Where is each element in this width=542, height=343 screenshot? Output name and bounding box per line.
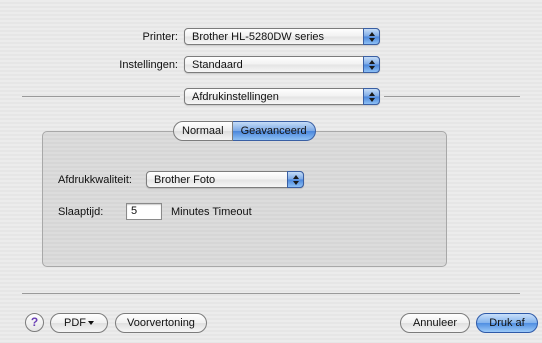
footer-divider	[22, 293, 520, 294]
pdf-button[interactable]: PDF	[50, 313, 108, 333]
presets-label: Instellingen:	[119, 59, 178, 71]
presets-select[interactable]: Standaard	[184, 56, 380, 73]
sleep-time-unit: Minutes Timeout	[171, 206, 252, 218]
printer-select[interactable]: Brother HL-5280DW series	[184, 28, 380, 45]
print-quality-select[interactable]: Brother Foto	[146, 171, 304, 188]
panel-select[interactable]: Afdrukinstellingen	[184, 88, 380, 105]
tab-normaal[interactable]: Normaal	[173, 121, 233, 141]
updown-arrows-icon	[363, 56, 380, 73]
sleep-time-label: Slaaptijd:	[58, 206, 104, 218]
panel-select-value: Afdrukinstellingen	[192, 91, 279, 103]
printer-label: Printer:	[142, 31, 178, 43]
divider-left	[22, 96, 180, 97]
pdf-button-label: PDF	[64, 317, 86, 329]
tab-geavanceerd[interactable]: Geavanceerd	[232, 121, 316, 141]
presets-select-value: Standaard	[192, 59, 243, 71]
tab-bar: Normaal Geavanceerd	[173, 121, 316, 141]
print-quality-value: Brother Foto	[154, 174, 216, 186]
updown-arrows-icon	[287, 171, 304, 188]
updown-arrows-icon	[363, 28, 380, 45]
updown-arrows-icon	[363, 88, 380, 105]
help-button[interactable]: ?	[25, 313, 44, 332]
chevron-down-icon	[88, 321, 94, 326]
print-quality-label: Afdrukkwaliteit:	[58, 174, 132, 186]
sleep-time-field[interactable]: 5	[126, 203, 162, 220]
preview-button[interactable]: Voorvertoning	[115, 313, 207, 333]
settings-panel: Afdrukkwaliteit: Brother Foto Slaaptijd:…	[42, 131, 447, 267]
print-button[interactable]: Druk af	[476, 313, 538, 333]
cancel-button[interactable]: Annuleer	[400, 313, 470, 333]
divider-right	[384, 96, 520, 97]
printer-select-value: Brother HL-5280DW series	[192, 31, 325, 43]
